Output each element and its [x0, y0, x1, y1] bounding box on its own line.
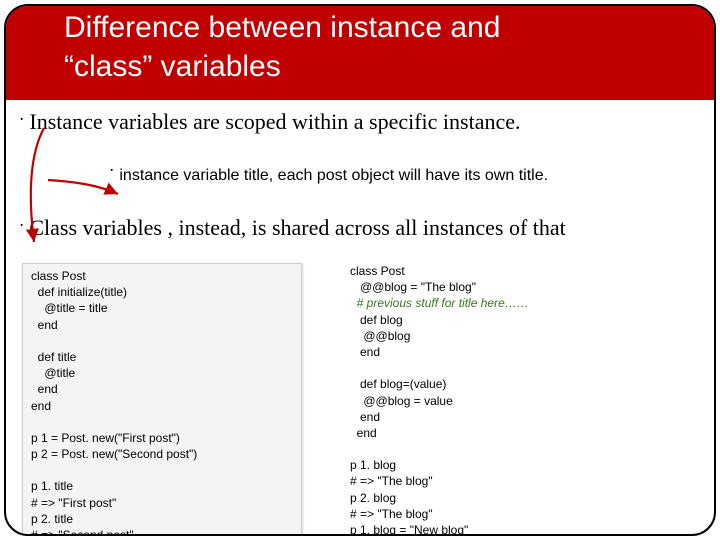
bullet-instance-scope: ་ Instance variables are scoped within a… [20, 106, 700, 151]
slide-frame: Difference between instance and “class” … [4, 4, 716, 536]
bullet-icon: ་ [20, 212, 23, 257]
code-right-a: class Post @@blog = "The blog" [350, 264, 476, 294]
bullet1-text: Instance variables are scoped within a s… [29, 109, 520, 135]
bullet2-text: Class variables , instead, is shared acr… [29, 215, 565, 241]
title-line-2: “class” variables [64, 50, 281, 83]
code-left-text: class Post def initialize(title) @title … [31, 269, 197, 536]
code-right-comment: # previous stuff for title here…… [350, 296, 529, 310]
bullet-instance-detail: ་ instance variable title, each post obj… [110, 157, 700, 202]
code-block-class: class Post @@blog = "The blog" # previou… [330, 263, 610, 536]
code-block-instance: class Post def initialize(title) @title … [22, 263, 302, 536]
code-right-b: def blog @@blog end def blog=(value) @@b… [350, 313, 468, 536]
slide-title: Difference between instance and “class” … [4, 4, 716, 100]
bullet1-sub-text: instance variable title, each post objec… [119, 167, 548, 185]
slide-content: ་ Instance variables are scoped within a… [20, 106, 700, 536]
bullet-class-shared: ་ Class variables , instead, is shared a… [20, 212, 700, 257]
bullet-icon: ་ [20, 106, 23, 151]
code-columns: class Post def initialize(title) @title … [20, 263, 700, 536]
title-line-1: Difference between instance and [64, 11, 500, 44]
bullet-icon: ་ [110, 157, 113, 202]
